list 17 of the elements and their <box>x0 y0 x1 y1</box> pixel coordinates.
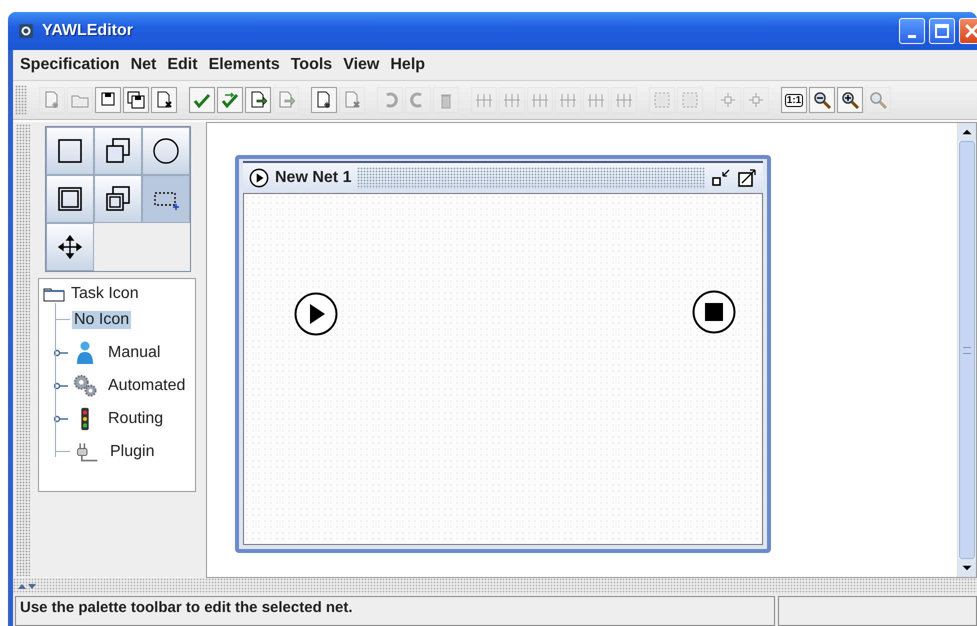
menu-item[interactable]: Specification <box>17 56 126 74</box>
menu-item[interactable]: Tools <box>288 56 338 74</box>
tree-item[interactable]: Routing <box>106 410 166 428</box>
tree-item[interactable]: Manual <box>106 344 162 362</box>
menu-item[interactable]: Net <box>128 56 162 74</box>
tree-item[interactable]: No Icon <box>72 310 132 328</box>
tree-item[interactable]: Task Icon <box>69 285 141 303</box>
menu-item[interactable]: Elements <box>206 56 286 74</box>
toolbar-button[interactable]: 1:1 <box>781 87 807 113</box>
net-title: New Net 1 <box>275 169 352 187</box>
tree-item[interactable]: Plugin <box>108 442 156 460</box>
status-message: Use the palette toolbar to edit the selected net. <box>15 596 775 626</box>
menu-item[interactable]: Edit <box>164 56 204 74</box>
menu-item[interactable]: View <box>340 56 386 74</box>
menu-item[interactable]: Help <box>387 56 432 74</box>
tree-item[interactable]: Automated <box>106 376 188 394</box>
window-title: YAWLEditor <box>42 22 134 40</box>
